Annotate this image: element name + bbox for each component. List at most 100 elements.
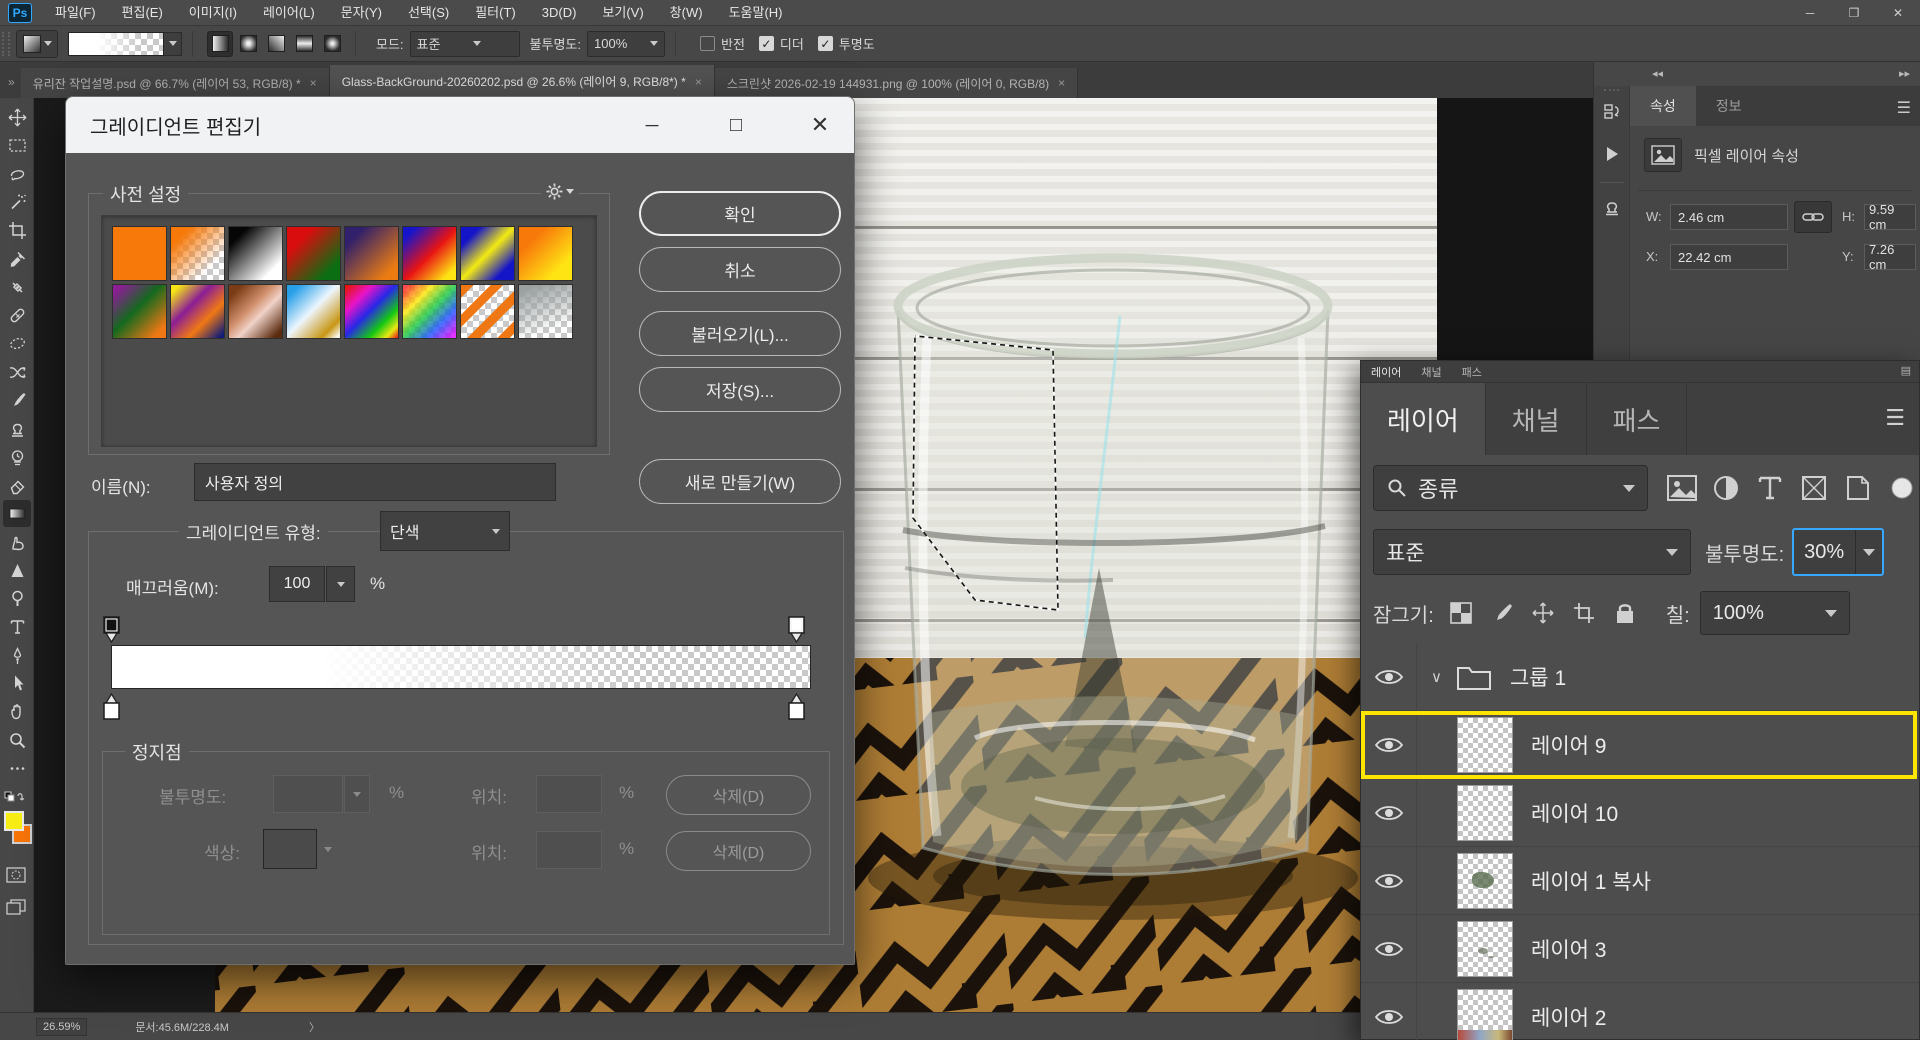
smoothness-dropdown-button[interactable] <box>326 566 355 602</box>
menu-item[interactable]: 창(W) <box>657 0 716 26</box>
window-close-button[interactable]: ✕ <box>1876 0 1920 26</box>
layers-menu-icon[interactable]: ☰ <box>1885 405 1905 431</box>
layer-thumbnail[interactable] <box>1457 920 1513 977</box>
document-tab[interactable]: 유리잔 작업설명.psd @ 66.7% (레이어 53, RGB/8) * × <box>20 68 330 98</box>
dialog-minimize-button[interactable]: ─ <box>622 97 682 153</box>
link-dimensions-icon[interactable] <box>1794 201 1832 233</box>
layer-row[interactable]: 레이어 2 <box>1361 983 1919 1040</box>
visibility-toggle[interactable] <box>1361 915 1417 982</box>
swap-colors-icon[interactable] <box>4 791 26 810</box>
gradient-preset-orange-to-transparent[interactable] <box>170 226 225 281</box>
layer-thumbnail[interactable] <box>1457 784 1513 841</box>
move-tool[interactable] <box>3 104 31 131</box>
adjustment-filter-icon[interactable] <box>1708 471 1743 506</box>
radial-gradient-button[interactable] <box>235 31 261 57</box>
marquee-tool[interactable] <box>3 132 31 159</box>
document-tab[interactable]: Glass-BackGround-20260202.psd @ 26.6% (레… <box>329 65 715 98</box>
opacity-location-field[interactable] <box>536 775 602 813</box>
gradient-preset-purple-green-orange[interactable] <box>112 284 167 339</box>
menu-item[interactable]: 파일(F) <box>42 0 109 26</box>
color-location-field[interactable] <box>536 831 602 869</box>
smoothness-field[interactable]: 100 <box>269 566 325 602</box>
layers-tab-패스[interactable]: 패스 <box>1587 383 1688 455</box>
lock-all-icon[interactable] <box>1610 598 1640 628</box>
more-tool[interactable] <box>3 755 31 782</box>
content-aware-move-tool[interactable] <box>3 359 31 386</box>
foreground-color-swatch[interactable] <box>4 811 24 832</box>
gradient-picker-button[interactable] <box>164 31 182 56</box>
gradient-preset-neutral-density[interactable] <box>518 284 573 339</box>
clone-source-panel-icon[interactable] <box>1598 192 1626 220</box>
gradient-preset-solid-orange[interactable] <box>112 226 167 281</box>
gradient-preset-copper[interactable] <box>228 284 283 339</box>
visibility-toggle[interactable] <box>1361 983 1417 1040</box>
spot-healing-tool[interactable] <box>3 274 31 301</box>
blend-mode-dropdown[interactable]: 표준 <box>1373 529 1691 575</box>
window-maximize-button[interactable]: ❐ <box>1832 0 1876 26</box>
actions-panel-icon[interactable] <box>1598 140 1626 168</box>
layer-filter-dropdown[interactable]: 종류 <box>1373 465 1648 511</box>
gradient-ramp[interactable] <box>111 645 811 689</box>
layer-thumbnail[interactable] <box>1457 988 1513 1040</box>
menu-item[interactable]: 필터(T) <box>462 0 529 26</box>
y-field[interactable]: 7.26 cm <box>1864 242 1916 272</box>
mini-tab-채널[interactable]: 채널 <box>1411 364 1451 380</box>
visibility-toggle[interactable] <box>1361 847 1417 914</box>
gradient-preset-yellow-violet-orange-blue[interactable] <box>170 284 225 339</box>
menu-item[interactable]: 레이어(L) <box>250 0 328 26</box>
group-expand-icon[interactable]: ∨ <box>1431 668 1442 686</box>
reflected-gradient-button[interactable] <box>291 31 317 57</box>
collapse-panels-icon[interactable]: ◂◂ <box>1652 67 1663 80</box>
brush-tool[interactable] <box>3 387 31 414</box>
tab-close-icon[interactable]: × <box>310 76 317 90</box>
layer-row[interactable]: 레이어 10 <box>1361 779 1919 847</box>
menu-item[interactable]: 편집(E) <box>109 0 176 26</box>
ok-button[interactable]: 확인 <box>639 191 841 236</box>
mini-tab-패스[interactable]: 패스 <box>1452 364 1492 380</box>
load-button[interactable]: 불러오기(L)... <box>639 311 841 356</box>
sharpen-tool[interactable] <box>3 557 31 584</box>
tab-overflow-icon[interactable]: » <box>8 75 15 89</box>
layers-tab-레이어[interactable]: 레이어 <box>1361 383 1486 455</box>
pixel-layer-filter-icon[interactable] <box>1664 471 1699 506</box>
반전-checkbox[interactable]: 반전 <box>700 34 745 53</box>
opacity-dropdown[interactable]: 100% <box>587 30 665 57</box>
gradient-preset-violet-to-orange[interactable] <box>344 226 399 281</box>
history-brush-tool[interactable] <box>3 444 31 471</box>
gradient-preset-transparent-rainbow[interactable] <box>402 284 457 339</box>
mode-dropdown[interactable]: 표준 <box>409 30 520 57</box>
lock-transparency-icon[interactable] <box>1446 598 1476 628</box>
panel-list-icon[interactable]: ▤ <box>1901 364 1911 377</box>
gradient-type-dropdown[interactable]: 단색 <box>380 511 510 551</box>
tab-속성[interactable]: 속성 <box>1630 86 1696 126</box>
color-stop-0[interactable] <box>102 692 121 720</box>
expand-panels-icon[interactable]: ▸▸ <box>1899 67 1910 80</box>
dialog-maximize-button[interactable]: □ <box>706 97 766 153</box>
pen-tool[interactable] <box>3 642 31 669</box>
eyedropper-tool[interactable] <box>3 246 31 273</box>
layer-row[interactable]: 레이어 3 <box>1361 915 1919 983</box>
fill-field[interactable]: 100% <box>1699 591 1850 635</box>
opacity-stop-100[interactable] <box>787 616 806 644</box>
mini-tab-레이어[interactable]: 레이어 <box>1361 364 1411 380</box>
gradient-preset-blue-yellow-blue[interactable] <box>460 226 515 281</box>
lock-pixels-icon[interactable] <box>1487 598 1517 628</box>
menu-item[interactable]: 문자(Y) <box>328 0 395 26</box>
eraser-tool[interactable] <box>3 472 31 499</box>
status-options-chevron[interactable]: 〉 <box>309 1019 320 1035</box>
quick-mask-button[interactable] <box>6 867 26 888</box>
document-tab[interactable]: 스크린샷 2026-02-19 144931.png @ 100% (레이어 0… <box>714 68 1079 98</box>
path-select-tool[interactable] <box>3 670 31 697</box>
lock-position-icon[interactable] <box>1528 598 1558 628</box>
dodge-tool[interactable] <box>3 585 31 612</box>
gradient-preset-blue-red-yellow[interactable] <box>402 226 457 281</box>
new-gradient-button[interactable]: 새로 만들기(W) <box>639 459 841 504</box>
magic-wand-tool[interactable] <box>3 189 31 216</box>
screen-mode-button[interactable] <box>6 899 26 920</box>
smudge-tool[interactable] <box>3 529 31 556</box>
stop-color-dropdown[interactable] <box>324 847 332 852</box>
stop-color-swatch[interactable] <box>263 829 317 869</box>
linear-gradient-button[interactable] <box>207 30 233 57</box>
crop-tool[interactable] <box>3 217 31 244</box>
visibility-toggle[interactable] <box>1361 779 1417 846</box>
